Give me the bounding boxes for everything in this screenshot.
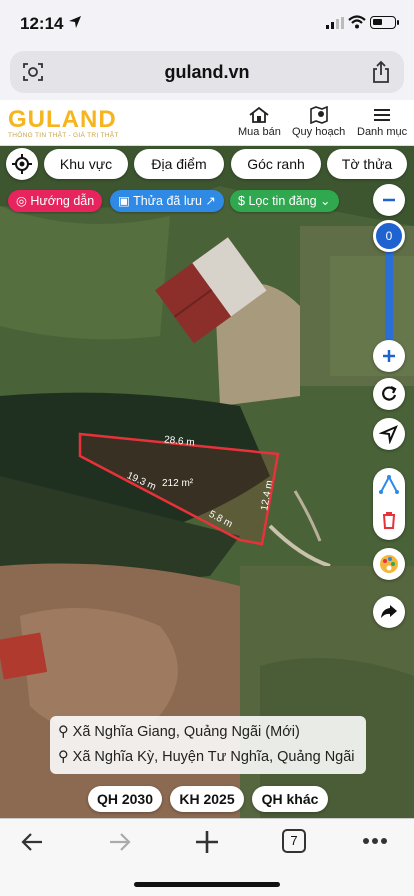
chevron-down-icon: ⌄: [316, 194, 331, 208]
chip-goc-ranh[interactable]: Góc ranh: [231, 149, 321, 179]
more-options-icon[interactable]: [362, 837, 388, 845]
filter-label: Lọc tin đăng: [248, 194, 317, 208]
url-text: guland.vn: [164, 62, 250, 82]
new-tab-plus-icon[interactable]: [194, 829, 220, 855]
guide-icon: ◎: [16, 194, 31, 208]
measure-polygon-icon[interactable]: [379, 474, 399, 494]
my-location-button[interactable]: [373, 418, 405, 450]
guide-pill[interactable]: ◎ Hướng dẫn: [8, 190, 103, 212]
chip-khu-vuc[interactable]: Khu vực: [44, 149, 128, 179]
address-line-1: Xã Nghĩa Giang, Quảng Ngãi (Mới): [72, 724, 300, 740]
refresh-button[interactable]: [373, 378, 405, 410]
zoom-out-button[interactable]: [373, 184, 405, 216]
saved-label: Thửa đã lưu: [133, 194, 202, 208]
location-pin-icon: ⚲: [58, 749, 73, 765]
share-icon[interactable]: [370, 60, 392, 84]
trash-icon[interactable]: [379, 510, 399, 530]
address-panel: ⚲ Xã Nghĩa Giang, Quảng Ngãi (Mới) ⚲ Xã …: [50, 716, 366, 774]
palette-icon: [380, 555, 398, 573]
tabs-button[interactable]: 7: [282, 829, 306, 853]
saved-parcels-pill[interactable]: ▣ Thửa đã lưu ↗: [110, 190, 224, 212]
cellular-signal-icon: [326, 17, 344, 29]
refresh-icon: [382, 386, 397, 401]
chip-to-thua[interactable]: Tờ thửa: [327, 149, 407, 179]
forward-arrow-icon[interactable]: [108, 831, 132, 853]
plus-icon: [383, 350, 395, 362]
location-pin-icon: ⚲: [58, 724, 73, 740]
home-indicator: [134, 882, 280, 887]
parcel-area-label: 212 m²: [162, 478, 194, 489]
dollar-icon: $: [238, 194, 249, 208]
nav-danh-muc[interactable]: Danh mục: [357, 106, 407, 138]
address-line-2: Xã Nghĩa Kỳ, Huyện Tư Nghĩa, Quảng Ngãi: [72, 749, 355, 765]
bookmark-icon: ▣: [118, 194, 134, 208]
nav-label: Quy hoạch: [292, 126, 346, 138]
external-arrow-icon: ↗: [201, 194, 216, 208]
nav-label: Mua bán: [238, 126, 281, 138]
nav-label: Danh mục: [357, 126, 408, 138]
app-header: GULAND THÔNG TIN THẬT - GIÁ TRỊ THẬT Mua…: [0, 100, 414, 146]
map-style-button[interactable]: [373, 548, 405, 580]
guide-label: Hướng dẫn: [30, 194, 95, 208]
status-time: 12:14: [20, 14, 64, 33]
brand-name: GULAND: [8, 106, 117, 133]
locate-target-button[interactable]: [6, 148, 38, 180]
forward-share-icon: [381, 605, 397, 618]
navigation-arrow-icon: [379, 425, 398, 444]
browser-url-area: guland.vn: [0, 46, 414, 100]
menu-icon: [374, 109, 391, 121]
back-arrow-icon[interactable]: [20, 831, 44, 853]
status-bar: 12:14: [0, 0, 414, 46]
plan-qh-khac[interactable]: QH khác: [252, 786, 328, 812]
location-arrow-icon: [69, 16, 81, 28]
draw-tools-group: [373, 468, 405, 540]
map-pin-icon: [309, 106, 328, 124]
wifi-icon: [348, 15, 366, 29]
address-bar[interactable]: guland.vn: [10, 51, 404, 93]
address-new: ⚲ Xã Nghĩa Giang, Quảng Ngãi (Mới): [58, 724, 300, 740]
guland-logo[interactable]: GULAND THÔNG TIN THẬT - GIÁ TRỊ THẬT: [8, 106, 119, 139]
minus-icon: [383, 198, 395, 202]
nav-quy-hoach[interactable]: Quy hoạch: [292, 106, 345, 138]
house-icon: [249, 106, 269, 123]
filter-listings-pill[interactable]: $ Lọc tin đăng ⌄: [230, 190, 339, 212]
crosshair-icon: [12, 154, 32, 174]
nav-mua-ban[interactable]: Mua bán: [238, 106, 281, 138]
zoom-slider-knob[interactable]: 0: [373, 220, 405, 252]
battery-icon: [370, 16, 396, 29]
address-old: ⚲ Xã Nghĩa Kỳ, Huyện Tư Nghĩa, Quảng Ngã…: [58, 749, 355, 765]
plan-qh-2030[interactable]: QH 2030: [88, 786, 162, 812]
zoom-in-button[interactable]: [373, 340, 405, 372]
plan-kh-2025[interactable]: KH 2025: [170, 786, 244, 812]
share-map-button[interactable]: [373, 596, 405, 628]
brand-tagline: THÔNG TIN THẬT - GIÁ TRỊ THẬT: [8, 132, 119, 139]
chip-dia-diem[interactable]: Địa điểm: [134, 149, 224, 179]
